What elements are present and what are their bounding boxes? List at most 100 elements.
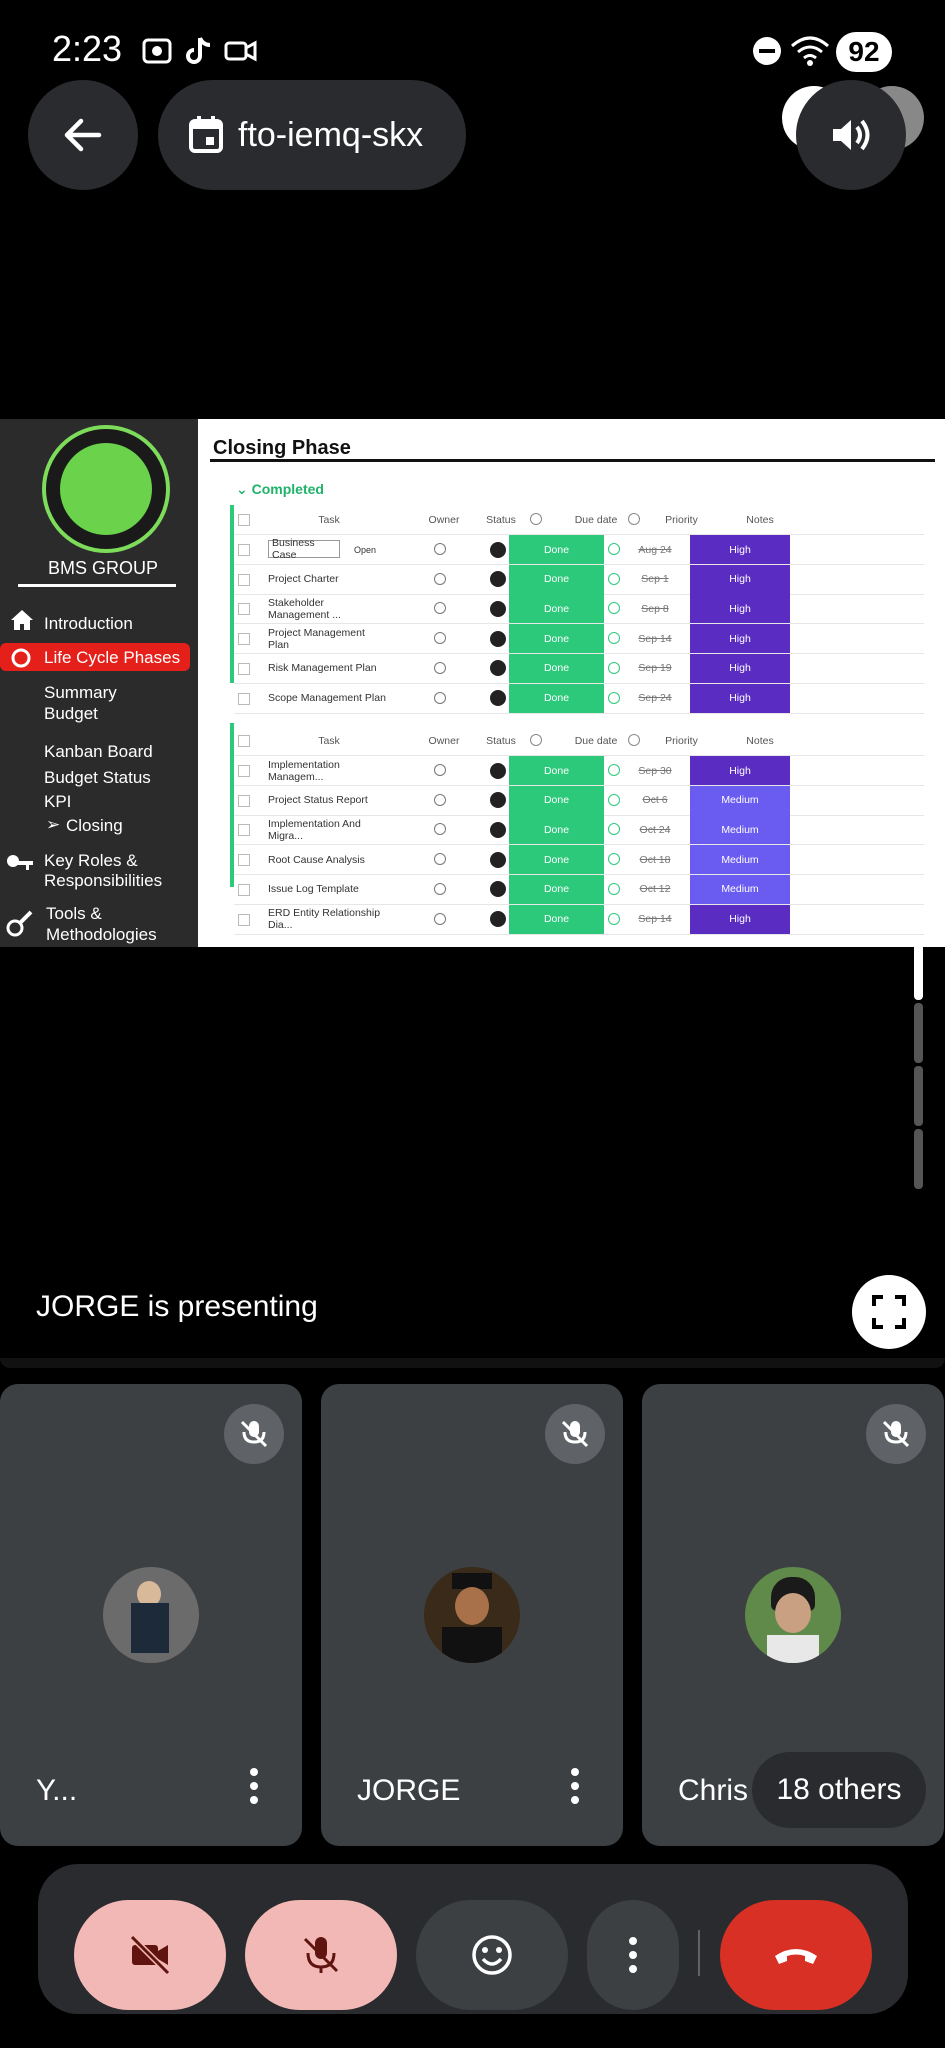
speaker-icon [833,119,870,151]
side-item-closing: Closing [66,816,123,835]
end-call-button[interactable] [720,1900,872,2010]
row-checkbox [238,794,250,807]
side-item-life-cycle: Life Cycle Phases [44,648,181,667]
reactions-button[interactable] [416,1900,568,2010]
task-name: ERD Entity Relationship Dia... [268,907,381,931]
side-item-kpi: KPI [44,792,72,811]
notes-cell [790,815,880,844]
status-cell: Done [509,845,604,875]
phone-hangup-icon [775,1949,817,1964]
status-cell: Done [509,683,604,713]
fullscreen-button[interactable] [852,1275,926,1349]
slide-sidebar: BMS GROUP Introduction Life Cycle Phases… [0,419,198,947]
due-date: Aug 24 [638,543,672,556]
table-row[interactable]: Business Case Open Done Aug 24 High [234,535,924,565]
others-count-button[interactable]: 18 others [752,1752,926,1828]
table-row[interactable]: Implementation And Migra... Done Oct 24 Med… [234,815,924,846]
comment-icon [434,853,446,866]
header-status: Status [486,513,516,526]
scroll-track-1 [914,1003,923,1063]
side-item-kanban: Kanban Board [44,742,153,761]
info-icon [628,734,640,746]
clock-icon [608,691,620,704]
table-row[interactable]: Project Charter Done Sep 1 High [234,564,924,595]
person-icon [490,821,506,838]
header-due-date: Due date [574,513,618,526]
mic-off-icon [866,1404,926,1464]
stage-bottom [0,1358,945,1368]
clock-icon [608,853,620,866]
info-icon [530,513,542,525]
priority-cell: Medium [690,874,790,904]
meeting-info-pill[interactable]: fto-iemq-skx [158,80,466,190]
home-icon [11,610,33,630]
header-owner: Owner [428,513,460,526]
person-icon [490,911,506,927]
person-icon [490,630,506,647]
table-row[interactable]: Stakeholder Management ... Done Sep 8 High [234,594,924,625]
table-header-row: Task Owner Status Due date Priority Notes [234,505,924,535]
task-name: Root Cause Analysis [268,853,365,866]
back-button[interactable] [28,80,138,190]
comment-icon [434,661,446,674]
divider [698,1930,700,1976]
battery-indicator: 92 [836,32,892,72]
row-checkbox [238,883,250,896]
participant-tile[interactable]: Y... [0,1384,302,1846]
table-row[interactable]: Risk Management Plan Done Sep 19 High [234,653,924,684]
audio-output-button[interactable] [796,80,906,190]
table-row[interactable]: Root Cause Analysis Done Oct 18 Medium [234,845,924,876]
person-icon [490,690,506,706]
table-row[interactable]: Project Management Plan Done Sep 14 High [234,624,924,655]
mic-toggle-button[interactable] [245,1900,397,2010]
priority-cell: High [690,624,790,654]
camera-toggle-button[interactable] [74,1900,226,2010]
status-cell: Done [509,594,604,624]
header-due-date: Due date [574,734,618,747]
table-row[interactable]: ERD Entity Relationship Dia... Done Sep 14… [234,904,924,935]
notes-cell [790,565,880,594]
comment-icon [434,543,446,555]
status-cell: Done [509,874,604,904]
comment-icon [434,602,446,615]
side-item-introduction: Introduction [44,614,133,633]
more-options-button[interactable] [587,1900,679,2010]
notes-cell [790,845,880,874]
more-vert-icon[interactable] [571,1768,579,1810]
priority-cell: Medium [690,815,790,845]
task-name: Scope Management Plan [268,692,386,704]
priority-cell: High [690,904,790,934]
status-time: 2:23 [52,28,123,69]
divider [18,584,176,587]
table-row[interactable]: Issue Log Template Done Oct 12 Medium [234,874,924,905]
task-name: Project Charter [268,573,339,586]
header-notes: Notes [746,734,774,747]
task-name: Stakeholder Management ... [268,596,341,621]
table-row[interactable]: Scope Management Plan Done Sep 24 High [234,683,924,714]
participant-name: Chris [678,1774,749,1807]
due-date: Sep 24 [638,692,672,704]
video-camera-icon [224,34,258,68]
chevron-right-icon: ➢ [46,815,61,834]
clock-icon [608,764,620,776]
person-icon [490,571,506,588]
more-vert-icon[interactable] [250,1768,258,1810]
scroll-thumb[interactable] [914,940,923,1000]
tools-icon [6,910,33,937]
key-icon [7,855,33,870]
table-row[interactable]: Implementation Managem... Done Sep 30 High [234,756,924,786]
participant-tile[interactable]: JORGE [321,1384,623,1846]
clock-icon [608,661,620,674]
open-link: Open [354,544,377,555]
row-checkbox [238,573,250,586]
due-date: Oct 24 [639,823,671,836]
person-icon [490,851,506,868]
video-off-icon [129,1934,171,1976]
table-row[interactable]: Project Status Report Done Oct 6 Medium [234,785,924,816]
wifi-icon [790,34,830,68]
clock-icon [608,543,620,555]
slide-title: Closing Phase [213,437,351,459]
mic-off-icon [224,1404,284,1464]
side-item-methodologies: Methodologies [46,925,157,944]
header-task: Task [318,513,340,526]
